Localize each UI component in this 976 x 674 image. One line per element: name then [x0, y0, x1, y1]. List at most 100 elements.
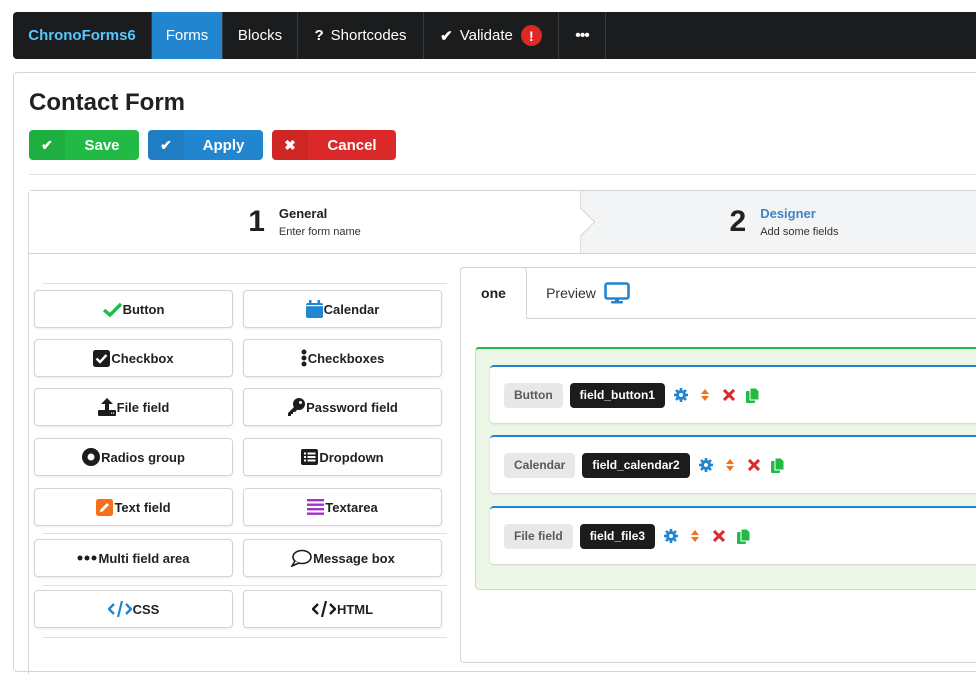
- wizard-steps: 1 General Enter form name 2 Designer Add…: [28, 190, 976, 254]
- cancel-label: Cancel: [327, 136, 377, 154]
- save-button[interactable]: ✔ Save: [29, 130, 139, 160]
- save-label: Save: [84, 136, 120, 154]
- palette-calendar[interactable]: Calendar: [243, 290, 442, 328]
- nav-shortcodes[interactable]: ? Shortcodes: [298, 12, 424, 59]
- check-icon: [102, 302, 122, 317]
- divider: [43, 283, 447, 284]
- cancel-button[interactable]: ✖ Cancel: [272, 130, 396, 160]
- delete-icon[interactable]: [746, 457, 762, 473]
- sort-icon[interactable]: [722, 457, 738, 473]
- upload-icon: [97, 398, 116, 416]
- sort-icon[interactable]: [687, 528, 703, 544]
- palette-dropdown[interactable]: Dropdown: [243, 438, 442, 476]
- palette-label: Textarea: [325, 499, 378, 515]
- designer-area: one Preview Button field_button1 Calenda…: [460, 267, 976, 663]
- ellipsis-icon: •••: [575, 26, 590, 44]
- palette-checkboxes[interactable]: Checkboxes: [243, 339, 442, 377]
- palette-multi-field-area[interactable]: Multi field area: [34, 539, 233, 577]
- field-card[interactable]: Calendar field_calendar2: [490, 435, 976, 493]
- palette-checkbox[interactable]: Checkbox: [34, 339, 233, 377]
- check-icon: ✔: [29, 130, 65, 160]
- palette-html[interactable]: HTML: [243, 590, 442, 628]
- nav-validate-label: Validate: [459, 27, 513, 44]
- sort-icon[interactable]: [697, 387, 713, 403]
- gear-icon[interactable]: [698, 457, 714, 473]
- palette-label: Multi field area: [98, 550, 190, 566]
- nav-more[interactable]: •••: [559, 12, 606, 59]
- palette-message-box[interactable]: Message box: [243, 539, 442, 577]
- divider: [43, 637, 447, 638]
- divider: [43, 585, 447, 586]
- step-number: 2: [729, 205, 747, 238]
- palette-label: File field: [116, 399, 170, 415]
- edit-icon: [96, 498, 114, 516]
- palette-radios-group[interactable]: Radios group: [34, 438, 233, 476]
- palette-label: Button: [122, 301, 165, 317]
- ellipsis-vertical-icon: [301, 349, 307, 367]
- code-icon: [107, 601, 132, 617]
- palette-label: Password field: [306, 399, 398, 415]
- palette-label: Checkbox: [111, 350, 174, 366]
- check-icon: ✔: [440, 27, 453, 45]
- step-subtitle: Enter form name: [278, 226, 361, 238]
- copy-icon[interactable]: [770, 457, 786, 473]
- palette-label: Dropdown: [319, 449, 384, 465]
- palette-file-field[interactable]: File field: [34, 388, 233, 426]
- field-card[interactable]: File field field_file3: [490, 506, 976, 564]
- palette-label: Text field: [114, 499, 171, 515]
- nav-forms[interactable]: Forms: [152, 12, 223, 59]
- copy-icon[interactable]: [745, 387, 761, 403]
- palette-text-field[interactable]: Text field: [34, 488, 233, 526]
- desktop-icon: [604, 282, 630, 304]
- page-title: Contact Form: [29, 89, 185, 116]
- brand-link[interactable]: ChronoForms6: [13, 12, 152, 59]
- field-type-label: Button: [504, 382, 563, 408]
- tab-preview[interactable]: Preview: [533, 267, 643, 319]
- step-general[interactable]: 1 General Enter form name: [29, 191, 580, 253]
- palette-label: CSS: [132, 601, 160, 617]
- step-number: 1: [248, 205, 265, 238]
- delete-icon[interactable]: [721, 387, 737, 403]
- align-justify-icon: [307, 499, 325, 515]
- close-icon: ✖: [272, 130, 308, 160]
- field-name-label: field_file3: [579, 523, 656, 549]
- list-icon: [301, 449, 319, 465]
- nav-validate[interactable]: ✔ Validate !: [424, 12, 559, 59]
- palette-css[interactable]: CSS: [34, 590, 233, 628]
- field-name-label: field_calendar2: [582, 452, 690, 478]
- palette-label: Message box: [313, 550, 395, 566]
- gear-icon[interactable]: [673, 387, 689, 403]
- ellipsis-horizontal-icon: [77, 555, 97, 561]
- field-card[interactable]: Button field_button1: [490, 365, 976, 423]
- designer-tabs: one Preview: [460, 267, 976, 319]
- palette-label: HTML: [336, 601, 374, 617]
- question-icon: ?: [314, 27, 324, 44]
- radio-icon: [82, 448, 101, 466]
- palette-textarea[interactable]: Textarea: [243, 488, 442, 526]
- calendar-icon: [305, 300, 323, 318]
- apply-button[interactable]: ✔ Apply: [148, 130, 263, 160]
- palette-label: Radios group: [101, 449, 185, 465]
- divider: [43, 533, 447, 534]
- drop-area[interactable]: Button field_button1 Calendar field_cale…: [475, 347, 976, 590]
- palette-button[interactable]: Button: [34, 290, 233, 328]
- divider: [29, 174, 976, 175]
- field-type-label: File field: [504, 523, 573, 549]
- field-palette: Button Calendar Checkbox Checkboxes File…: [28, 254, 460, 674]
- step-subtitle: Add some fields: [760, 226, 839, 238]
- tab-preview-label: Preview: [546, 285, 596, 301]
- step-designer[interactable]: 2 Designer Add some fields: [580, 191, 976, 253]
- checkbox-icon: [93, 349, 111, 367]
- palette-label: Checkboxes: [307, 350, 385, 366]
- copy-icon[interactable]: [735, 528, 751, 544]
- apply-label: Apply: [202, 136, 245, 154]
- nav-blocks[interactable]: Blocks: [223, 12, 298, 59]
- tab-one[interactable]: one: [460, 267, 527, 319]
- palette-password-field[interactable]: Password field: [243, 388, 442, 426]
- delete-icon[interactable]: [711, 528, 727, 544]
- nav-shortcodes-label: Shortcodes: [330, 27, 407, 44]
- main-panel: Contact Form ✔ Save ✔ Apply ✖ Cancel 1 G…: [13, 72, 976, 674]
- gear-icon[interactable]: [663, 528, 679, 544]
- top-navbar: ChronoForms6 Forms Blocks ? Shortcodes ✔…: [13, 12, 976, 59]
- comment-icon: [290, 549, 312, 567]
